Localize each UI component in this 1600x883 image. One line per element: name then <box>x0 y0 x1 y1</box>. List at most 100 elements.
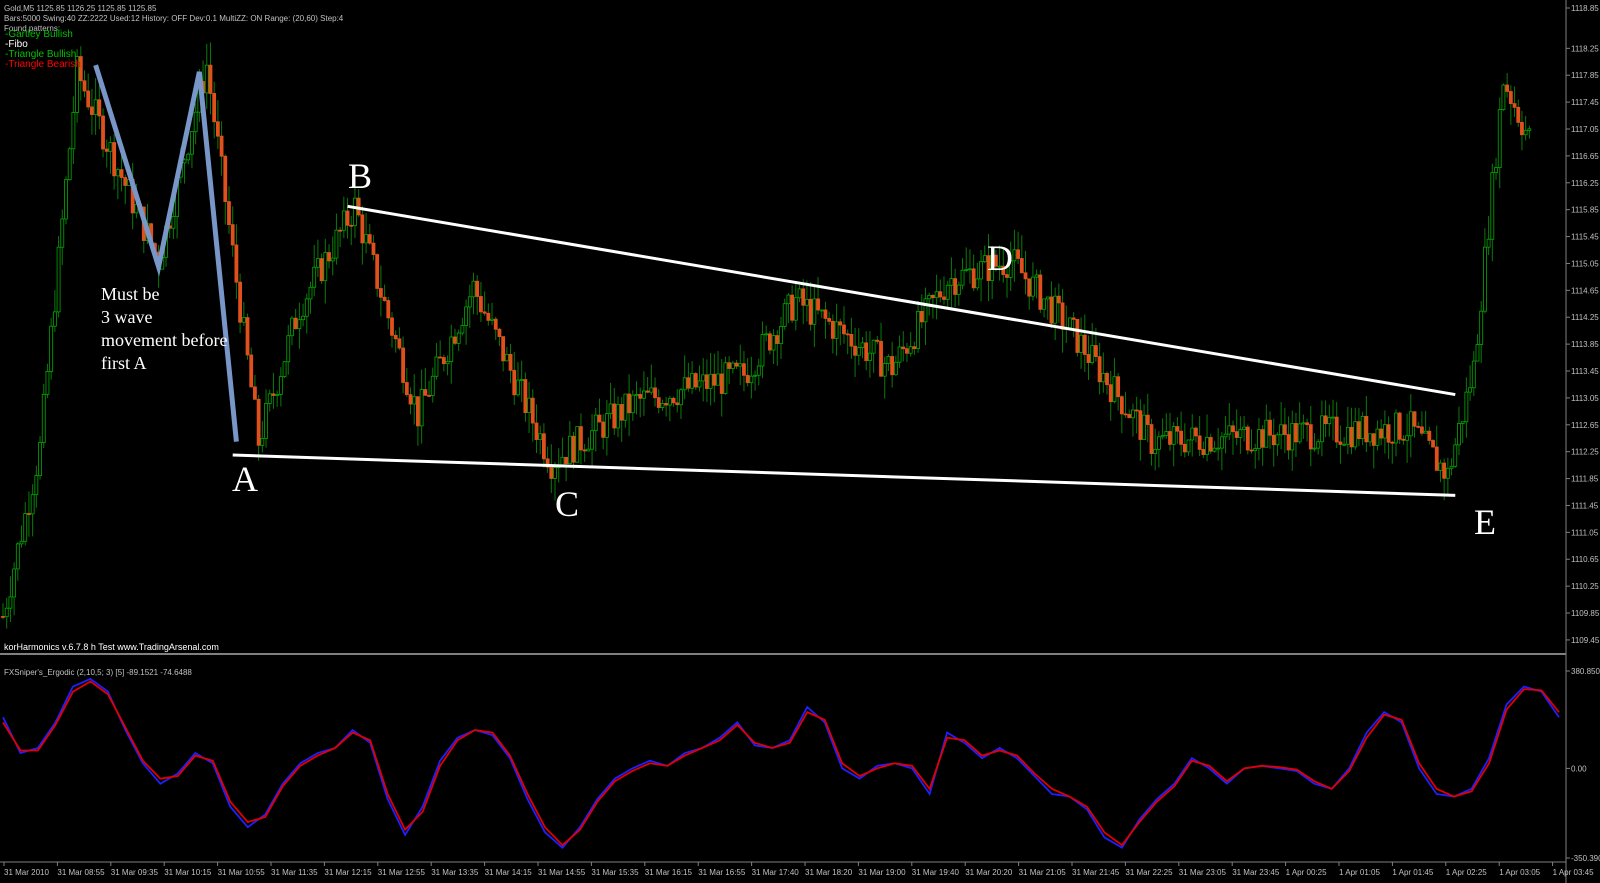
candle-body <box>716 373 720 386</box>
candle-body <box>375 254 380 289</box>
time-tick-label: 31 Mar 18:20 <box>805 868 853 877</box>
candle-body <box>1468 387 1472 393</box>
candle-body <box>616 404 620 429</box>
price-tick-label: 1112.65 <box>1571 421 1599 430</box>
candle-body <box>15 543 20 570</box>
candle-body <box>1042 298 1046 310</box>
candle-body <box>30 494 35 515</box>
candle-body <box>1279 424 1284 436</box>
candle-body <box>112 142 117 177</box>
candle-body <box>497 328 502 338</box>
candle-body <box>1205 437 1209 456</box>
candle-body <box>1045 296 1050 300</box>
price-tick-label: 1110.25 <box>1571 582 1599 591</box>
candle-body <box>738 363 743 367</box>
candle-body <box>1486 238 1491 248</box>
candle-body <box>1294 423 1298 443</box>
candle-body <box>412 396 417 405</box>
candle-body <box>416 396 420 427</box>
indicator-tick-label: 380.8502 <box>1571 667 1600 676</box>
price-tick-label: 1113.85 <box>1571 340 1599 349</box>
time-tick-label: 31 Mar 10:15 <box>164 868 212 877</box>
candle-body <box>293 317 298 330</box>
candle-body <box>764 333 769 336</box>
candle-body <box>1149 424 1154 454</box>
candle-body <box>1442 462 1447 479</box>
candle-body <box>1 615 5 618</box>
candle-body <box>816 298 820 311</box>
candle-body <box>353 197 357 227</box>
candle-body <box>897 346 902 363</box>
candle-body <box>1138 410 1143 440</box>
candle-body <box>1142 414 1146 440</box>
candle-body <box>397 338 402 349</box>
candle-body <box>1119 396 1124 415</box>
candle-body <box>879 340 883 377</box>
candle-body <box>1427 430 1432 441</box>
candle-body <box>805 298 809 306</box>
candle-body <box>1271 434 1276 446</box>
candle-body <box>690 373 694 389</box>
candle-body <box>19 540 24 545</box>
candle-body <box>441 357 446 365</box>
candle-body <box>1423 430 1428 434</box>
candle-body <box>290 317 294 337</box>
candle-body <box>1075 318 1080 353</box>
candle-body <box>782 303 787 327</box>
candle-body <box>653 387 657 399</box>
time-tick-label: 31 Mar 19:40 <box>912 868 960 877</box>
candle-body <box>530 397 535 424</box>
candle-body <box>327 252 331 262</box>
candle-body <box>734 362 739 367</box>
candle-body <box>1505 84 1510 92</box>
candle-body <box>579 426 583 451</box>
candle-body <box>586 448 591 452</box>
candle-body <box>968 268 972 271</box>
price-tick-label: 1118.25 <box>1571 44 1599 53</box>
annotation-line: 3 wave <box>101 307 153 327</box>
candle-body <box>1527 128 1532 131</box>
candle-body <box>1145 414 1150 425</box>
candle-body <box>190 131 194 155</box>
time-tick-label: 1 Apr 01:45 <box>1392 868 1433 877</box>
candle-body <box>271 393 276 396</box>
candle-body <box>749 375 754 384</box>
candle-body <box>445 361 450 365</box>
candle-body <box>1331 416 1335 419</box>
candle-body <box>1031 276 1035 297</box>
candle-body <box>308 286 313 300</box>
price-tick-label: 1111.45 <box>1571 501 1599 510</box>
candle-body <box>697 380 702 388</box>
time-tick-label: 31 Mar 10:55 <box>218 868 266 877</box>
candle-body <box>393 334 398 340</box>
candle-body <box>1108 384 1113 403</box>
candle-body <box>656 397 661 408</box>
candle-body <box>1208 437 1213 452</box>
candle-body <box>1079 334 1083 353</box>
candle-body <box>253 386 257 400</box>
candle-body <box>115 169 120 177</box>
price-tick-label: 1114.65 <box>1571 286 1599 295</box>
candle-body <box>860 342 865 349</box>
candle-body <box>338 229 343 232</box>
candle-body <box>460 325 465 334</box>
candle-body <box>234 244 239 283</box>
candle-body <box>1479 310 1484 345</box>
candle-body <box>297 319 302 330</box>
candle-body <box>919 310 924 323</box>
candle-body <box>675 402 680 406</box>
candle-body <box>575 426 580 463</box>
time-tick-label: 31 Mar 21:45 <box>1072 868 1120 877</box>
candle-body <box>1186 439 1191 453</box>
candle-body <box>364 234 368 244</box>
candle-body <box>1179 430 1184 445</box>
annotation-line: Must be <box>101 284 160 304</box>
candle-body <box>1056 295 1061 304</box>
candle-body <box>1127 413 1132 419</box>
point-label-a: A <box>232 459 258 499</box>
candle-body <box>430 375 435 396</box>
candle-body <box>1475 344 1480 362</box>
candle-body <box>278 376 283 395</box>
candle-body <box>1375 428 1380 446</box>
candle-body <box>642 390 646 399</box>
